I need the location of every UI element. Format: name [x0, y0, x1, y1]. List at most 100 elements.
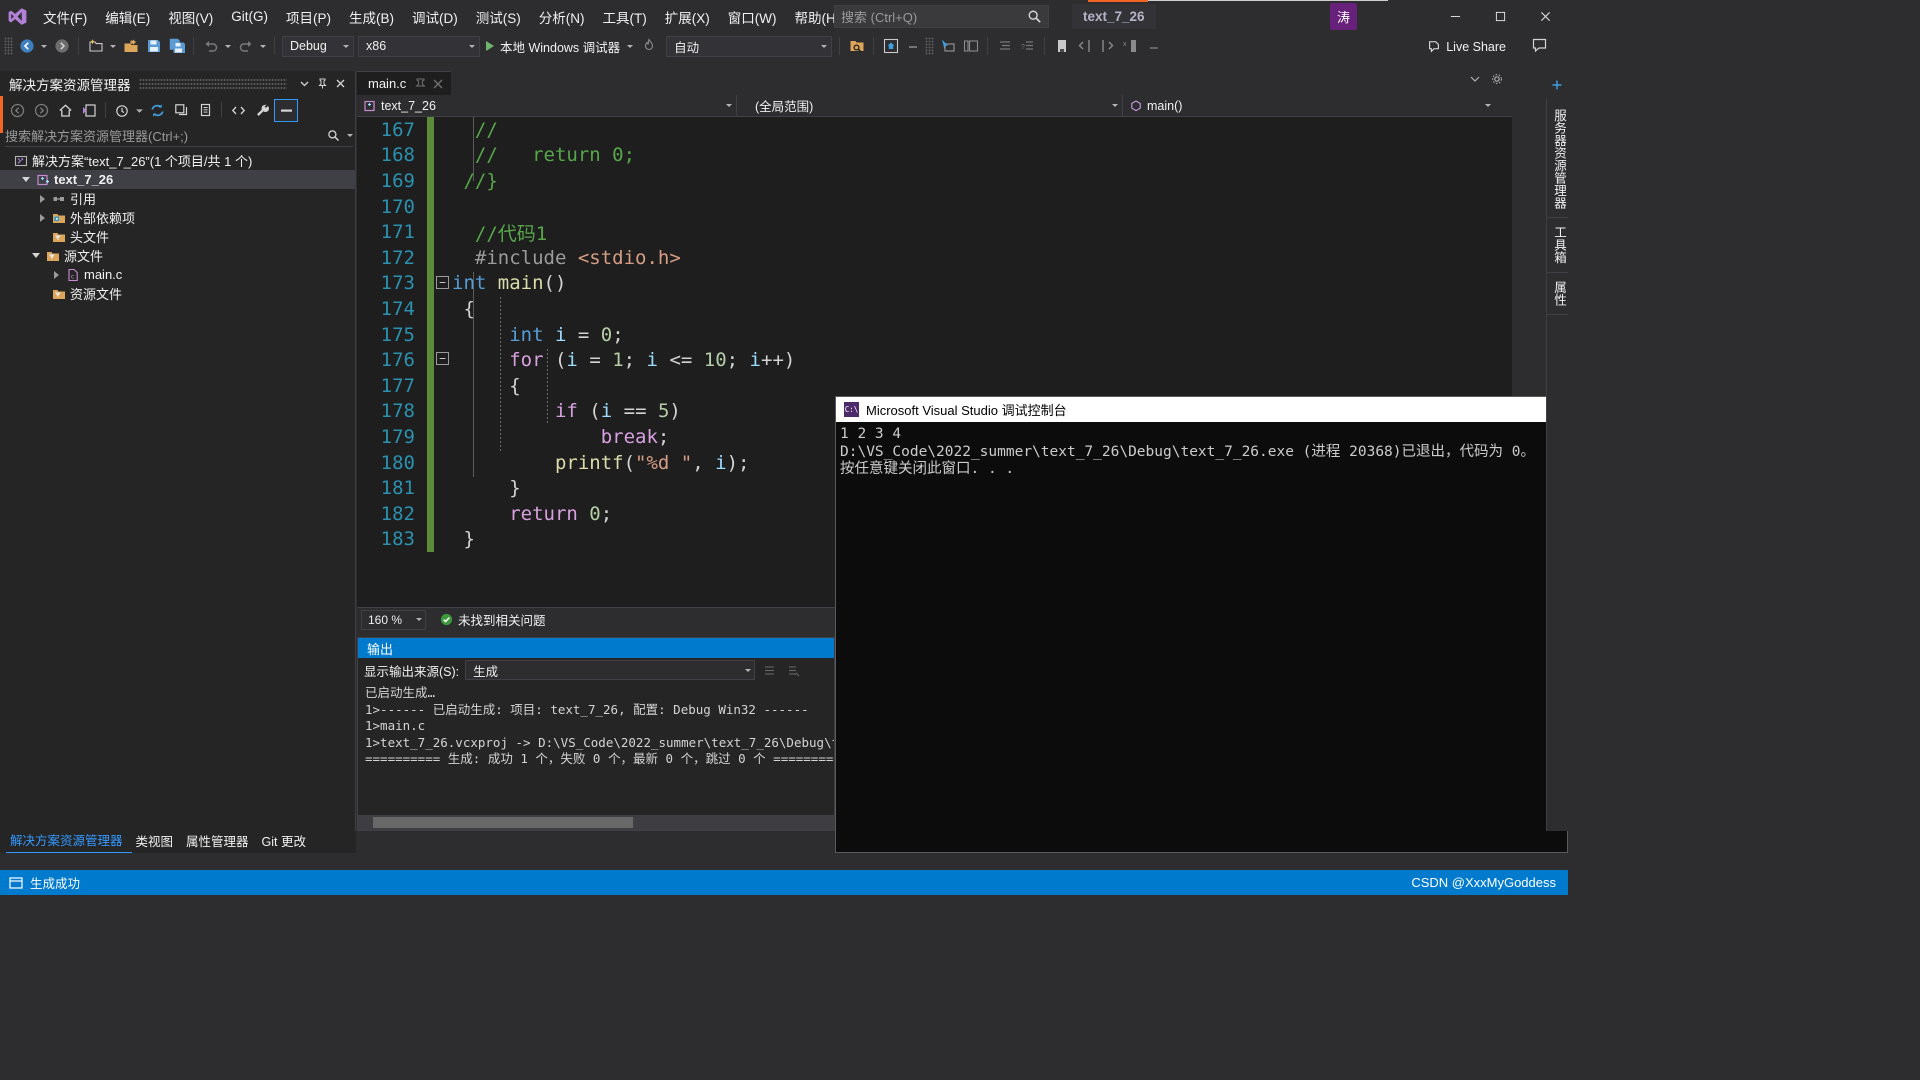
issues-indicator[interactable]: 未找到相关问题: [440, 610, 546, 629]
outlining-margin[interactable]: [434, 424, 452, 450]
solution-explorer-search[interactable]: 搜索解决方案资源管理器(Ctrl+;): [5, 125, 353, 147]
hot-reload-button[interactable]: [637, 35, 660, 57]
se-switch-views-button[interactable]: [77, 99, 101, 122]
se-preview-button[interactable]: [274, 98, 298, 122]
expander-expand[interactable]: [34, 191, 50, 207]
outlining-margin[interactable]: [434, 450, 452, 476]
open-file-button[interactable]: [119, 35, 142, 57]
step-forward-button[interactable]: [1096, 35, 1119, 57]
outlining-margin[interactable]: [434, 245, 452, 271]
code-line[interactable]: 172 #include <stdio.h>: [357, 244, 1512, 271]
dock-tab-server-explorer[interactable]: 服务器资源管理器: [1547, 101, 1568, 218]
menu-git[interactable]: Git(G): [222, 0, 277, 33]
live-share-button[interactable]: Live Share: [1427, 36, 1506, 57]
dock-tab-git-changes[interactable]: Git 更改: [258, 831, 315, 853]
start-debugging-button[interactable]: 本地 Windows 调试器: [482, 35, 637, 57]
panel-pin-button[interactable]: [313, 74, 331, 94]
se-properties-button[interactable]: [250, 99, 274, 122]
collapse-region-icon[interactable]: −: [436, 352, 449, 366]
home-window-button[interactable]: [879, 35, 902, 57]
code-line[interactable]: 175 int i = 0;: [357, 321, 1512, 348]
menu-window[interactable]: 窗口(W): [719, 0, 786, 33]
code-line[interactable]: 168 // return 0;: [357, 142, 1512, 169]
dock-tab-toolbox[interactable]: 工具箱: [1547, 218, 1568, 273]
redo-button[interactable]: [234, 35, 257, 57]
outlining-margin[interactable]: [434, 219, 452, 245]
outlining-margin[interactable]: [434, 143, 452, 169]
close-icon[interactable]: [431, 77, 445, 91]
navigate-back-button[interactable]: [15, 35, 38, 57]
chevron-down-icon[interactable]: [347, 134, 353, 137]
document-tab-main-c[interactable]: main.c: [357, 71, 452, 95]
outlining-margin[interactable]: [434, 501, 452, 527]
output-clear-all-button[interactable]: [783, 660, 803, 680]
toolbar-grip[interactable]: [4, 37, 13, 55]
output-source-combo[interactable]: 生成: [465, 660, 756, 680]
output-horizontal-scrollbar[interactable]: [358, 815, 836, 830]
right-dock-pin-button[interactable]: [1546, 71, 1568, 98]
global-search-box[interactable]: 搜索 (Ctrl+Q): [834, 5, 1049, 28]
zoom-level-combo[interactable]: 160 %: [361, 609, 426, 630]
folder-search-button[interactable]: [845, 35, 868, 57]
tree-item-source-files[interactable]: 源文件: [0, 246, 355, 265]
outlining-margin[interactable]: [434, 373, 452, 399]
dock-tab-solution-explorer[interactable]: 解决方案资源管理器: [6, 830, 132, 853]
undo-dropdown[interactable]: [222, 35, 234, 57]
align-button[interactable]: [993, 35, 1016, 57]
expander-collapse[interactable]: [18, 172, 34, 188]
se-back-button[interactable]: [5, 99, 29, 122]
save-all-button[interactable]: [165, 35, 188, 57]
outlining-margin[interactable]: [434, 399, 452, 425]
outlining-margin[interactable]: [434, 117, 452, 143]
collapse-toolbar-button[interactable]: [902, 35, 925, 57]
se-pending-dropdown[interactable]: [134, 99, 145, 122]
se-show-all-files-button[interactable]: [193, 99, 217, 122]
navigate-back-dropdown[interactable]: [38, 35, 50, 57]
stop-button[interactable]: x: [1119, 35, 1142, 57]
tree-item-header-files[interactable]: 头文件: [0, 227, 355, 246]
nav-member-combo[interactable]: main(): [1123, 95, 1495, 116]
outlining-margin[interactable]: [434, 168, 452, 194]
menu-tools[interactable]: 工具(T): [594, 0, 656, 33]
minimize-button[interactable]: [1433, 0, 1478, 33]
panel-button[interactable]: [1050, 35, 1073, 57]
layout-button[interactable]: [959, 35, 982, 57]
step-back-button[interactable]: [1073, 35, 1096, 57]
solution-configuration-combo[interactable]: Debug: [282, 35, 354, 57]
indent-button[interactable]: ?: [1016, 35, 1039, 57]
panel-drag-handle[interactable]: [138, 77, 287, 90]
solution-platform-combo[interactable]: x86: [358, 35, 480, 57]
menu-debug[interactable]: 调试(D): [403, 0, 467, 33]
expander-collapse[interactable]: [28, 248, 44, 264]
code-line[interactable]: 176 − for (i = 1; i <= 10; i++): [357, 347, 1512, 373]
new-project-dropdown[interactable]: [107, 35, 119, 57]
se-collapse-all-button[interactable]: [169, 99, 193, 122]
code-line[interactable]: 167 //: [357, 117, 1512, 143]
redo-dropdown[interactable]: [257, 35, 269, 57]
menu-view[interactable]: 视图(V): [159, 0, 222, 33]
nav-project-combo[interactable]: text_7_26: [357, 95, 737, 116]
expander-expand[interactable]: [34, 210, 50, 226]
gear-icon[interactable]: [1491, 73, 1503, 85]
chevron-down-icon[interactable]: [1469, 73, 1481, 85]
code-line[interactable]: 170: [357, 193, 1512, 220]
debug-console-window[interactable]: C:\ Microsoft Visual Studio 调试控制台 1 2 3 …: [835, 396, 1568, 853]
new-project-button[interactable]: [84, 35, 107, 57]
toolbar-grip-2[interactable]: [925, 37, 935, 55]
save-button[interactable]: [142, 35, 165, 57]
se-home-button[interactable]: [53, 99, 77, 122]
se-refresh-button[interactable]: [145, 99, 169, 122]
outlining-margin[interactable]: [434, 475, 452, 501]
menu-extensions[interactable]: 扩展(X): [656, 0, 719, 33]
select-element-button[interactable]: [936, 35, 959, 57]
nav-scope-combo[interactable]: (全局范围): [737, 95, 1123, 116]
tree-item-references[interactable]: 引用: [0, 189, 355, 208]
collapse-region-icon[interactable]: −: [436, 275, 449, 289]
panel-close-button[interactable]: [331, 74, 349, 94]
code-line[interactable]: 177 {: [357, 372, 1512, 399]
menu-test[interactable]: 测试(S): [467, 0, 530, 33]
close-button[interactable]: [1523, 0, 1568, 33]
outlining-margin[interactable]: −: [434, 347, 452, 373]
se-code-view-button[interactable]: [226, 99, 250, 122]
scrollbar-thumb[interactable]: [373, 817, 633, 828]
